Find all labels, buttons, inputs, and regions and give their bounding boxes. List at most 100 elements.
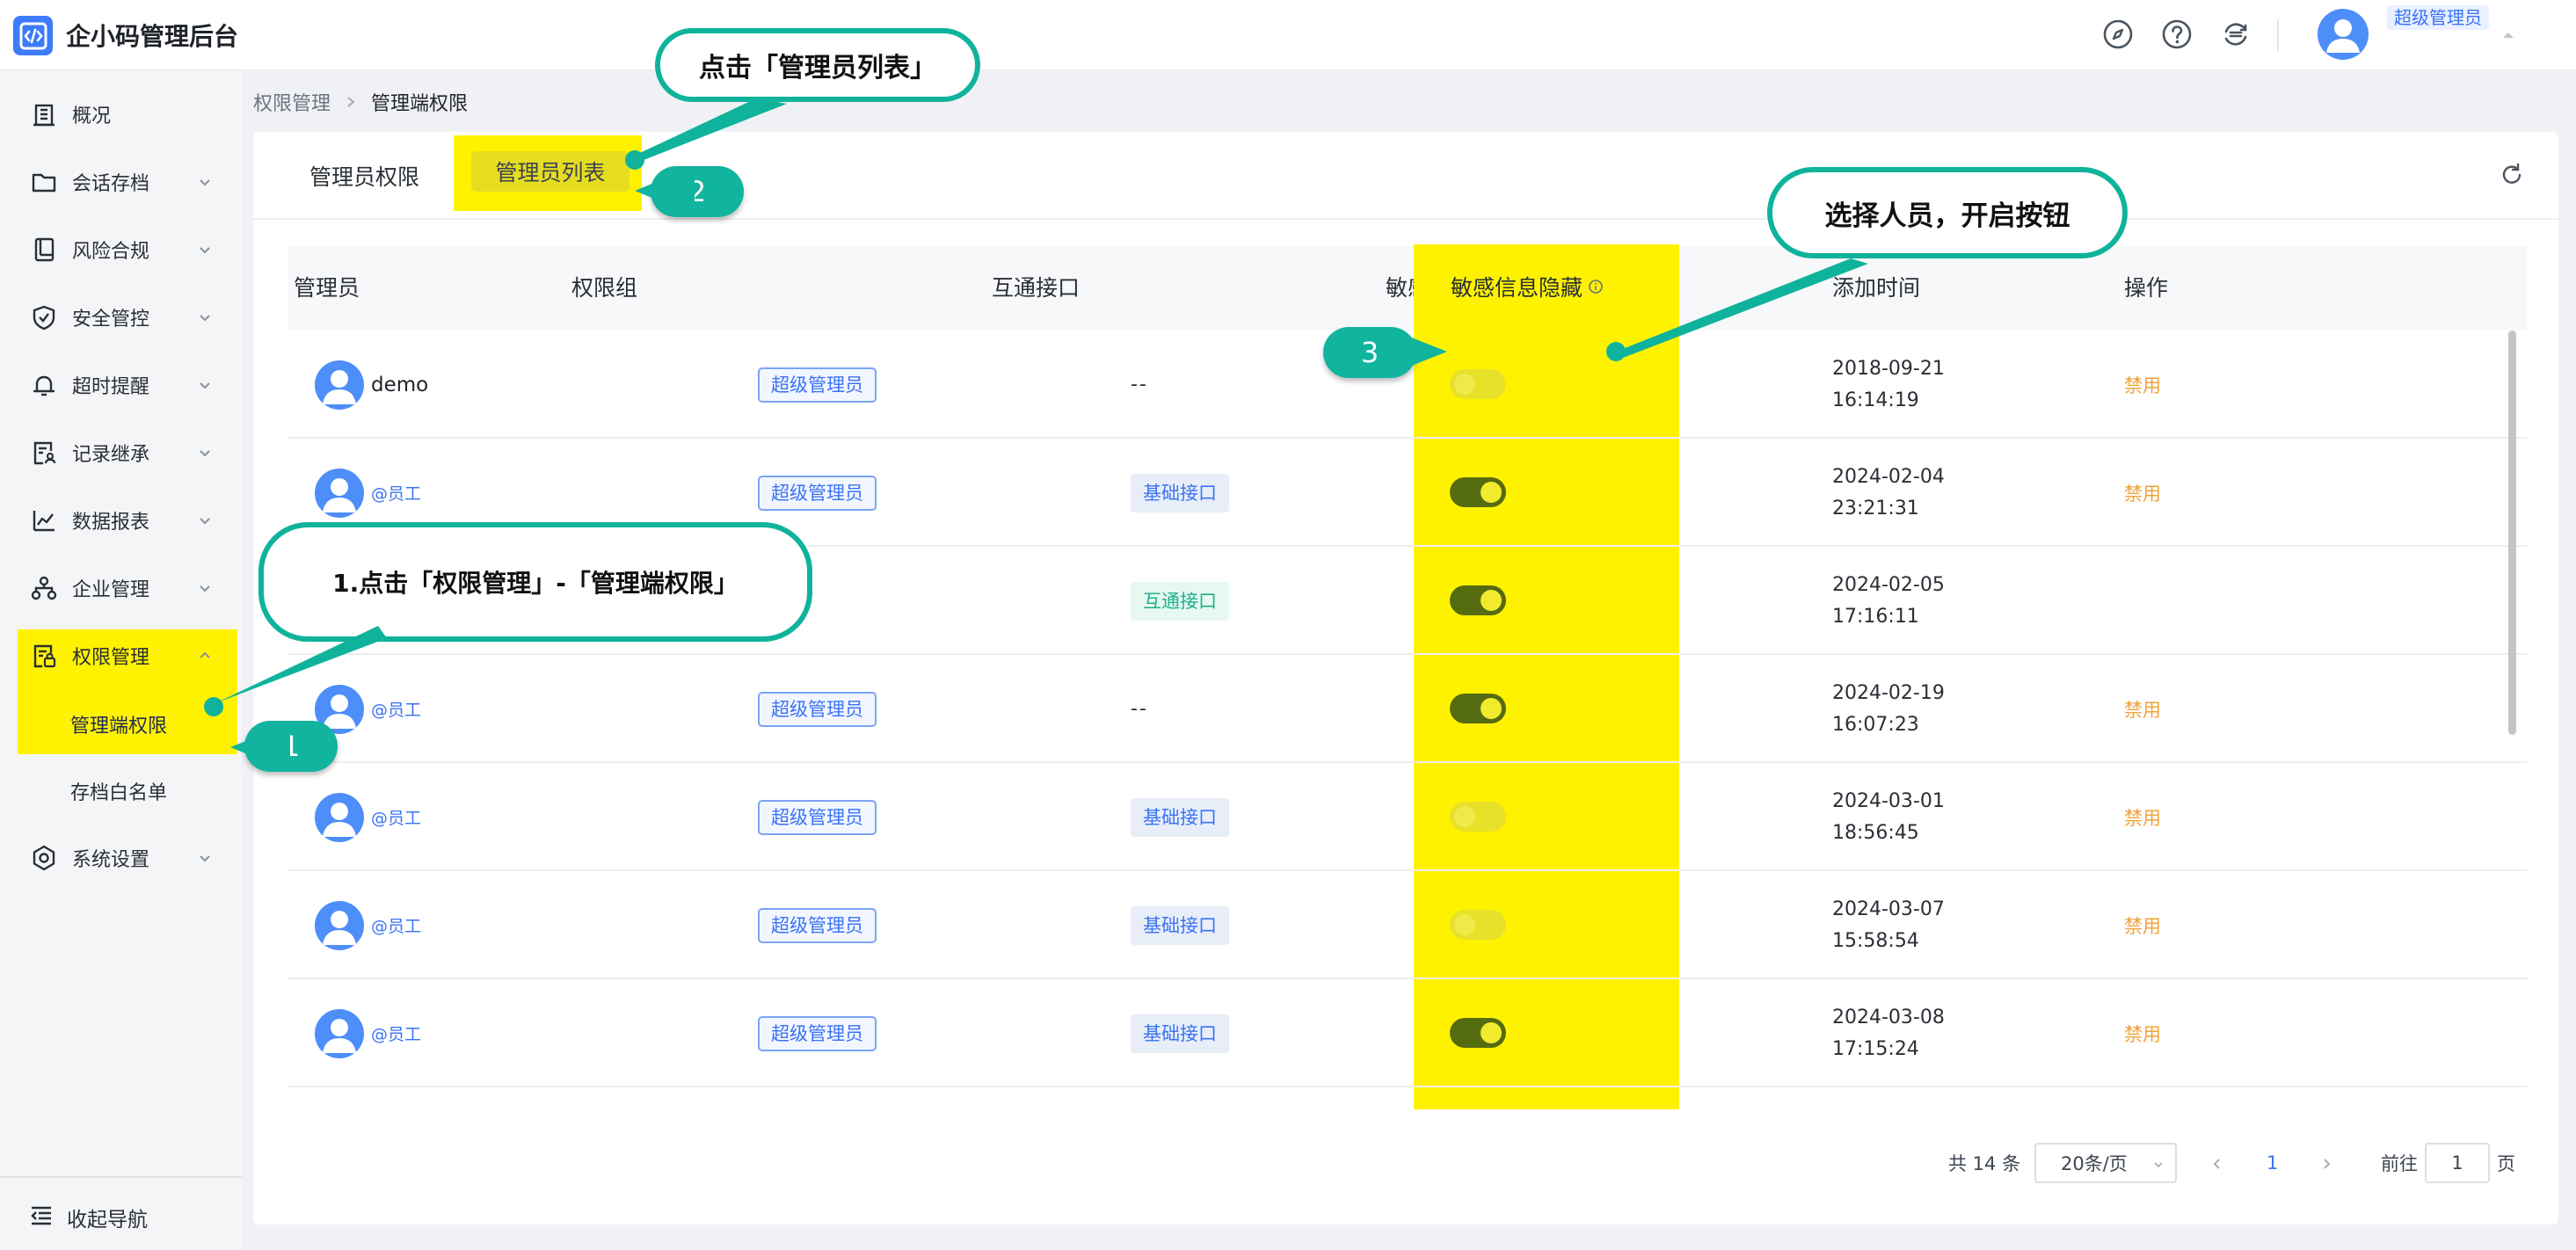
collapse-nav-label: 收起导航 [67,1209,148,1232]
callout-step2: 点击「管理员列表」 [655,28,980,102]
cell-ops: 禁用 [2124,331,2161,439]
step-badge-2: 2 [651,166,744,217]
sidebar-subitem-archive-whitelist[interactable]: 存档白名单 [18,767,237,816]
caret-up-icon[interactable] [2500,26,2517,44]
chevron-down-icon [200,855,210,862]
sensitive-toggle[interactable] [1450,694,1506,723]
added-time: 2024-03-07 15:58:54 [1832,894,1945,957]
sidebar-item-enterprise[interactable]: 企业管理 [0,562,242,614]
cell-added-time: 2024-02-19 16:07:23 [1832,655,1945,763]
next-page-icon[interactable] [2319,1157,2333,1171]
sidebar-item-label: 系统设置 [72,849,150,871]
cell-ops: 禁用 [2124,655,2161,763]
sidebar-item-reports[interactable]: 数据报表 [0,494,242,547]
sensitive-toggle[interactable] [1450,910,1506,940]
cell-group: 超级管理员 [758,979,877,1087]
api-tag: -- [1131,374,1148,396]
sensitive-toggle[interactable] [1450,802,1506,832]
compass-icon[interactable] [2101,18,2135,51]
sidebar-item-label: 风险合规 [72,241,150,263]
cell-ops: 禁用 [2124,979,2161,1087]
step-badge-1: 1 [244,721,338,772]
sensitive-toggle[interactable] [1450,1018,1506,1048]
goto-prefix: 前往 [2381,1153,2418,1174]
user-avatar[interactable] [2318,9,2369,60]
col-api: 互通接口 [992,275,1081,301]
disable-link[interactable]: 禁用 [2124,696,2161,723]
group-tag: 超级管理员 [758,367,877,403]
switch-icon[interactable] [2219,18,2252,51]
folder-icon [32,173,56,193]
table-scrollbar[interactable] [2508,331,2516,735]
col-admin: 管理员 [294,275,360,301]
sensitive-toggle[interactable] [1450,369,1506,399]
sidebar-item-chat-archive[interactable]: 会话存档 [0,156,242,208]
sidebar-item-risk[interactable]: 风险合规 [0,223,242,276]
page-size-value: 20条/页 [2061,1153,2128,1174]
help-icon[interactable] [2160,18,2194,51]
sidebar-item-permissions[interactable]: 权限管理 [0,629,242,682]
disable-link[interactable]: 禁用 [2124,1021,2161,1047]
cell-added-time: 2018-09-21 16:14:19 [1832,331,1945,439]
breadcrumb-parent[interactable]: 权限管理 [253,88,331,116]
cell-added-time: 2024-03-07 15:58:54 [1832,871,1945,979]
book-icon [34,237,55,262]
org-icon [31,576,57,600]
breadcrumb-current: 管理端权限 [371,93,469,115]
sensitive-toggle[interactable] [1450,585,1506,615]
added-date: 2024-03-07 [1832,898,1945,920]
collapse-icon [31,1206,51,1225]
cell-group: 超级管理员 [758,763,877,871]
goto-suffix: 页 [2497,1153,2515,1174]
sidebar-item-label: 权限管理 [72,647,150,669]
goto-page-input[interactable]: 1 [2425,1143,2490,1183]
tab-bar: 管理员权限 管理员列表 [253,132,2558,220]
refresh-icon[interactable] [2499,162,2525,188]
sidebar-item-settings[interactable]: 系统设置 [0,832,242,884]
cell-api: 基础接口 [1131,763,1229,871]
top-header: 企小码管理后台 超级管理员 [0,0,2576,70]
pagination-total: 共 14 条 [1948,1153,2021,1174]
prev-page-icon[interactable] [2210,1157,2224,1171]
chevron-down-icon [200,382,210,389]
disable-link[interactable]: 禁用 [2124,372,2161,398]
disable-link[interactable]: 禁用 [2124,480,2161,506]
added-clock: 16:07:23 [1832,713,1919,736]
tab-admin-list[interactable]: 管理员列表 [471,151,629,192]
table-row: @员工 超级管理员 -- 2024-02-19 16:07:23 禁用 [288,655,2527,763]
cell-admin: @员工 [315,979,421,1087]
added-date: 2024-02-05 [1832,573,1945,596]
admin-name: @员工 [371,701,422,720]
disable-link[interactable]: 禁用 [2124,804,2161,831]
cell-ops: 禁用 [2124,439,2161,547]
sensitive-toggle[interactable] [1450,477,1506,507]
added-time: 2024-03-08 17:15:24 [1832,1002,1945,1065]
sidebar-item-timeout[interactable]: 超时提醒 [0,359,242,411]
avatar [315,468,364,518]
page-size-select[interactable]: 20条/页 [2034,1143,2177,1183]
callout-step1: 1.点击「权限管理」-「管理端权限」 [258,522,812,642]
bell-icon [33,375,55,396]
cell-admin: demo [315,331,428,439]
added-clock: 15:58:54 [1832,929,1919,952]
toggle-knob [1481,590,1502,611]
col-sensitive-label: 敏感信息隐藏 [1451,271,1604,302]
sidebar-item-overview[interactable]: 概况 [0,88,242,141]
chart-icon [33,511,55,532]
sidebar-item-security[interactable]: 安全管控 [0,291,242,344]
added-date: 2024-02-04 [1832,465,1945,488]
current-page[interactable]: 1 [2267,1143,2278,1183]
sidebar-item-inherit[interactable]: 记录继承 [0,426,242,479]
cell-added-time: 2024-03-01 18:56:45 [1832,763,1945,871]
group-tag: 超级管理员 [758,799,877,835]
tab-admin-permissions[interactable]: 管理员权限 [309,160,419,192]
cell-group: 超级管理员 [758,871,877,979]
collapse-nav-button[interactable]: 收起导航 [0,1176,242,1250]
toggle-knob [1454,374,1475,395]
col-added: 添加时间 [1832,275,1921,301]
added-time: 2024-02-19 16:07:23 [1832,678,1945,741]
sidebar-subitem-admin-permissions[interactable]: 管理端权限 [18,700,237,749]
disable-link[interactable]: 禁用 [2124,912,2161,939]
info-icon[interactable] [1588,279,1604,294]
header-divider [2277,19,2279,51]
